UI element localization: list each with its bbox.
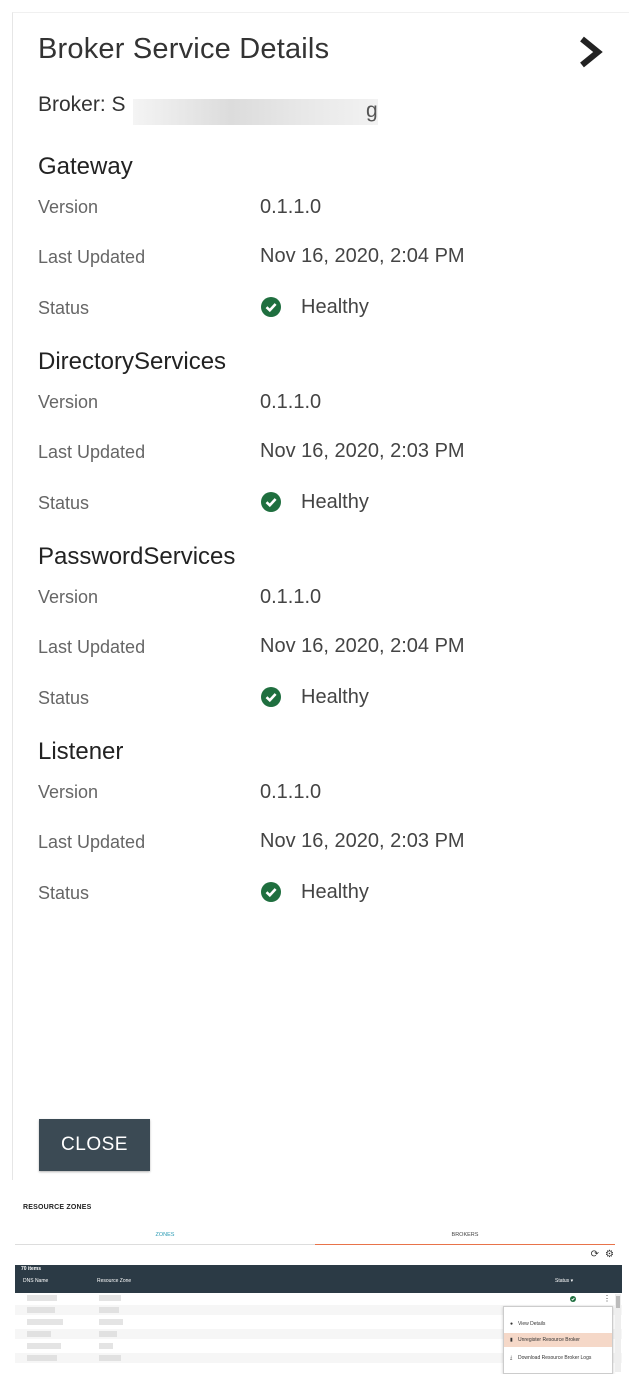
- service-title-listener: Listener: [38, 738, 124, 765]
- table-row[interactable]: [15, 1293, 622, 1303]
- last-updated-label: Last Updated: [38, 832, 146, 852]
- check-circle-icon: [570, 1296, 576, 1302]
- status-indicator: Healthy: [261, 295, 369, 319]
- refresh-icon[interactable]: ⟳: [591, 1249, 599, 1260]
- col-status[interactable]: Status ▾: [555, 1278, 573, 1284]
- last-updated-value: Nov 16, 2020, 2:04 PM: [260, 245, 465, 267]
- toolbar-icons: ⟳ ⚙: [591, 1249, 614, 1260]
- gear-icon[interactable]: ⚙: [605, 1249, 614, 1260]
- info-icon: ●: [510, 1321, 514, 1327]
- resource-zones-view: RESOURCE ZONES ZONES BROKERS ⟳ ⚙ 70 item…: [15, 1198, 622, 1374]
- service-title-password-services: PasswordServices: [38, 543, 236, 570]
- status-value: Healthy: [301, 490, 369, 513]
- row-action-menu: ● View Details ▮ Unregister Resource Broke…: [503, 1306, 613, 1374]
- resource-zones-title: RESOURCE ZONES: [23, 1204, 92, 1211]
- version-label: Version: [38, 197, 99, 217]
- version-label: Version: [38, 392, 99, 412]
- version-value: 0.1.1.0: [260, 781, 322, 803]
- last-updated-value: Nov 16, 2020, 2:03 PM: [260, 830, 465, 852]
- menu-item-unregister[interactable]: ▮ Unregister Resource Broker: [504, 1333, 612, 1347]
- panel-title: Broker Service Details: [38, 33, 330, 65]
- status-value: Healthy: [301, 685, 369, 708]
- status-label: Status: [38, 298, 90, 318]
- tab-brokers[interactable]: BROKERS: [315, 1230, 615, 1245]
- version-label: Version: [38, 782, 99, 802]
- status-label: Status: [38, 493, 90, 513]
- status-indicator: Healthy: [261, 880, 369, 904]
- chevron-right-icon[interactable]: [576, 35, 606, 69]
- broker-service-details-panel: Broker Service Details Broker: S g Gatew…: [12, 12, 629, 1180]
- redacted-broker-name: [133, 99, 378, 125]
- download-icon: ⤓: [510, 1355, 513, 1361]
- col-resource-zone[interactable]: Resource Zone: [97, 1278, 131, 1284]
- check-circle-icon: [261, 297, 281, 317]
- check-circle-icon: [261, 492, 281, 512]
- version-value: 0.1.1.0: [260, 196, 322, 218]
- status-label: Status: [38, 688, 90, 708]
- last-updated-value: Nov 16, 2020, 2:04 PM: [260, 635, 465, 657]
- tab-zones[interactable]: ZONES: [15, 1230, 315, 1245]
- items-count: 70 items: [21, 1266, 42, 1272]
- service-title-gateway: Gateway: [38, 153, 133, 180]
- scrollbar-thumb[interactable]: [616, 1296, 620, 1308]
- brokers-table-header: 70 items DNS Name Resource Zone Status ▾: [15, 1265, 622, 1293]
- status-value: Healthy: [301, 880, 369, 903]
- status-value: Healthy: [301, 295, 369, 318]
- service-title-directory-services: DirectoryServices: [38, 348, 227, 375]
- last-updated-label: Last Updated: [38, 442, 146, 462]
- last-updated-value: Nov 16, 2020, 2:03 PM: [260, 440, 465, 462]
- col-dns-name[interactable]: DNS Name: [23, 1278, 48, 1284]
- last-updated-label: Last Updated: [38, 247, 146, 267]
- last-updated-label: Last Updated: [38, 637, 146, 657]
- check-circle-icon: [261, 882, 281, 902]
- menu-item-view-details[interactable]: ● View Details: [504, 1317, 612, 1331]
- broker-name-suffix: g: [366, 99, 378, 122]
- status-indicator: Healthy: [261, 685, 369, 709]
- scrollbar[interactable]: [615, 1294, 621, 1372]
- version-value: 0.1.1.0: [260, 586, 322, 608]
- kebab-menu-icon[interactable]: ⋮: [603, 1294, 611, 1303]
- version-label: Version: [38, 587, 99, 607]
- close-button[interactable]: CLOSE: [39, 1119, 150, 1171]
- version-value: 0.1.1.0: [260, 391, 322, 413]
- trash-icon: ▮: [510, 1337, 513, 1343]
- check-circle-icon: [261, 687, 281, 707]
- status-indicator: Healthy: [261, 490, 369, 514]
- status-label: Status: [38, 883, 90, 903]
- menu-item-download-logs[interactable]: ⤓ Download Resource Broker Logs: [504, 1351, 612, 1365]
- broker-name-prefix: Broker: S: [38, 93, 126, 116]
